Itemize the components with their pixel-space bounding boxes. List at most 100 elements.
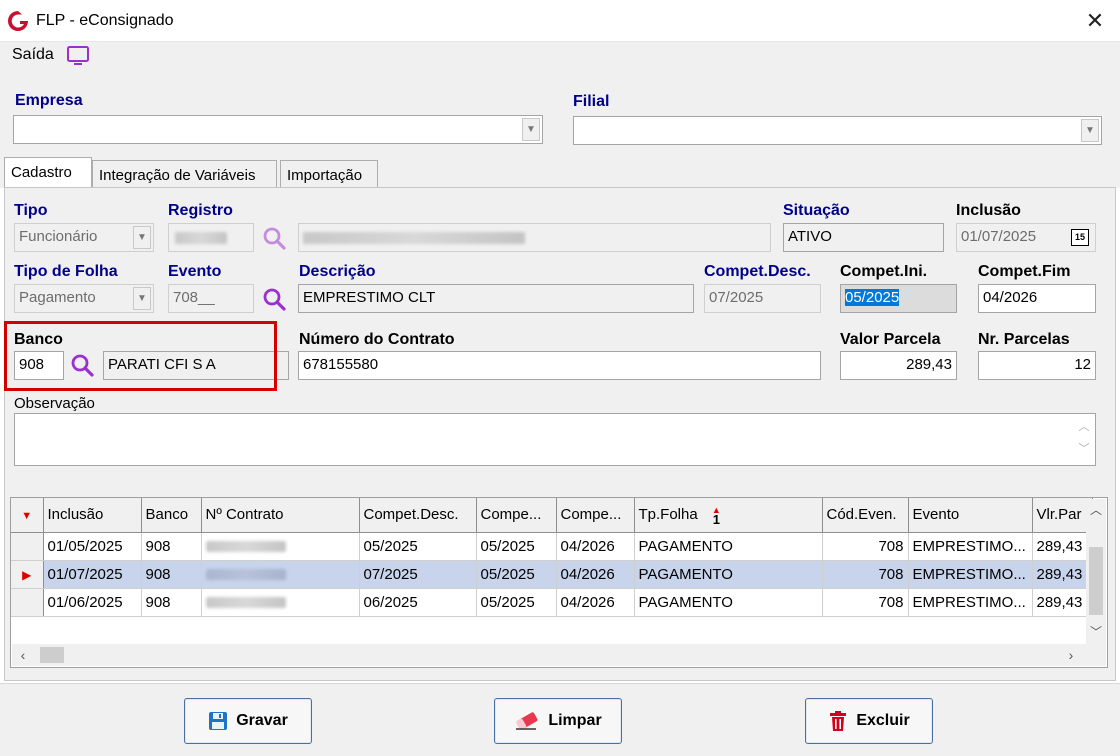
valor-parcela-label: Valor Parcela bbox=[840, 331, 941, 348]
inclusao-label: Inclusão bbox=[956, 202, 1021, 219]
search-evento-icon[interactable] bbox=[262, 287, 286, 311]
app-logo-icon bbox=[8, 11, 28, 31]
descricao-field[interactable]: EMPRESTIMO CLT bbox=[298, 284, 694, 313]
triangle-down-icon: ▼ bbox=[21, 510, 33, 523]
grid-header-indicator[interactable]: ▼ bbox=[11, 498, 44, 533]
observacao-textarea[interactable]: ︿ ﹀ bbox=[14, 413, 1096, 466]
cell-evento: EMPRESTIMO... bbox=[908, 560, 1033, 589]
gravar-button[interactable]: Gravar bbox=[184, 698, 312, 744]
filial-select[interactable]: ▼ bbox=[573, 116, 1102, 145]
cell-vlr-parcela: 289,43 bbox=[1032, 588, 1093, 617]
funcionario-blurred-name bbox=[303, 232, 525, 244]
trash-icon bbox=[830, 711, 847, 731]
col-compet-ini[interactable]: Compe... bbox=[476, 498, 557, 533]
cell-contrato bbox=[201, 560, 360, 589]
tipo-folha-value: Pagamento bbox=[19, 289, 96, 306]
inclusao-field[interactable]: 01/07/2025 15 bbox=[956, 223, 1096, 252]
cell-inclusao: 01/07/2025 bbox=[43, 560, 142, 589]
tipo-value: Funcionário bbox=[19, 228, 98, 245]
calendar-icon[interactable]: 15 bbox=[1071, 229, 1089, 246]
compet-desc-field: 07/2025 bbox=[704, 284, 821, 313]
eraser-icon bbox=[516, 712, 538, 730]
contracts-grid: ▼ Inclusão Banco Nº Contrato Compet.Desc… bbox=[10, 497, 1108, 668]
grid-horizontal-scrollbar[interactable]: ‹ › bbox=[12, 644, 1106, 666]
table-row[interactable]: 01/06/2025 908 06/2025 05/2025 04/2026 P… bbox=[11, 588, 1093, 617]
cell-compet-ini: 05/2025 bbox=[476, 588, 557, 617]
col-inclusao[interactable]: Inclusão bbox=[43, 498, 142, 533]
row-indicator[interactable] bbox=[11, 532, 44, 561]
row-indicator[interactable]: ▶ bbox=[11, 560, 44, 589]
excluir-button[interactable]: Excluir bbox=[805, 698, 933, 744]
grid-header-row: ▼ Inclusão Banco Nº Contrato Compet.Desc… bbox=[11, 498, 1093, 533]
compet-fim-label: Compet.Fim bbox=[978, 263, 1071, 280]
cell-contrato-blurred bbox=[205, 568, 286, 580]
tipo-select[interactable]: Funcionário ▼ bbox=[14, 223, 154, 252]
tab-importacao[interactable]: Importação bbox=[280, 160, 378, 188]
grid-vertical-scrollbar[interactable]: ︿ ﹀ bbox=[1086, 499, 1106, 645]
horizontal-scroll-thumb[interactable] bbox=[40, 647, 64, 663]
col-cod-evento[interactable]: Cód.Even. bbox=[822, 498, 909, 533]
tipo-label: Tipo bbox=[14, 202, 48, 219]
cell-banco: 908 bbox=[141, 532, 202, 561]
col-numero-contrato[interactable]: Nº Contrato bbox=[201, 498, 360, 533]
close-button[interactable]: ✕ bbox=[1080, 6, 1110, 36]
cell-compet-ini: 05/2025 bbox=[476, 532, 557, 561]
chevron-down-icon[interactable]: ▼ bbox=[1081, 119, 1099, 142]
col-compet-desc[interactable]: Compet.Desc. bbox=[359, 498, 477, 533]
empresa-select[interactable]: ▼ bbox=[13, 115, 543, 144]
scroll-right-icon[interactable]: › bbox=[1062, 646, 1080, 664]
col-compet-fim[interactable]: Compe... bbox=[556, 498, 635, 533]
cell-evento: EMPRESTIMO... bbox=[908, 588, 1033, 617]
scroll-left-icon[interactable]: ‹ bbox=[14, 646, 32, 664]
chevron-down-icon[interactable]: ▼ bbox=[133, 287, 151, 310]
cell-evento: EMPRESTIMO... bbox=[908, 532, 1033, 561]
contracts-table: ▼ Inclusão Banco Nº Contrato Compet.Desc… bbox=[11, 498, 1093, 617]
col-tp-folha-label: Tp.Folha bbox=[638, 505, 698, 523]
compet-fim-field[interactable]: 04/2026 bbox=[978, 284, 1096, 313]
col-evento[interactable]: Evento bbox=[908, 498, 1033, 533]
evento-field[interactable]: 708__ bbox=[168, 284, 254, 313]
col-vlr-parcela[interactable]: Vlr.Par bbox=[1032, 498, 1093, 533]
highlight-banco-box bbox=[4, 321, 277, 391]
cell-compet-fim: 04/2026 bbox=[556, 588, 635, 617]
observacao-scrollbar[interactable]: ︿ ﹀ bbox=[1075, 416, 1093, 463]
search-registro-icon[interactable] bbox=[262, 226, 286, 250]
compet-ini-value: 05/2025 bbox=[845, 289, 900, 306]
tab-integracao-variaveis[interactable]: Integração de Variáveis bbox=[92, 160, 277, 188]
valor-parcela-field[interactable]: 289,43 bbox=[840, 351, 957, 380]
chevron-down-icon[interactable]: ▼ bbox=[133, 226, 151, 249]
cell-inclusao: 01/05/2025 bbox=[43, 532, 142, 561]
current-row-arrow-icon: ▶ bbox=[22, 567, 32, 582]
monitor-icon[interactable] bbox=[66, 45, 90, 67]
excluir-label: Excluir bbox=[856, 712, 910, 729]
col-tp-folha[interactable]: Tp.Folha ▲ 1 bbox=[634, 498, 823, 533]
table-row-selected[interactable]: ▶ 01/07/2025 908 07/2025 05/2025 04/2026… bbox=[11, 560, 1093, 589]
menu-saida[interactable]: Saída bbox=[12, 46, 54, 64]
scroll-down-icon[interactable]: ﹀ bbox=[1086, 623, 1106, 641]
inclusao-value: 01/07/2025 bbox=[961, 228, 1037, 245]
nr-parcelas-label: Nr. Parcelas bbox=[978, 331, 1070, 348]
cell-cod-evento: 708 bbox=[822, 532, 909, 561]
tipo-folha-select[interactable]: Pagamento ▼ bbox=[14, 284, 154, 313]
col-banco[interactable]: Banco bbox=[141, 498, 202, 533]
numero-contrato-label: Número do Contrato bbox=[299, 331, 455, 348]
window-title: FLP - eConsignado bbox=[36, 12, 174, 29]
scroll-up-icon[interactable]: ︿ bbox=[1086, 501, 1106, 519]
cell-cod-evento: 708 bbox=[822, 588, 909, 617]
cell-inclusao: 01/06/2025 bbox=[43, 588, 142, 617]
nr-parcelas-field[interactable]: 12 bbox=[978, 351, 1096, 380]
evento-label: Evento bbox=[168, 263, 222, 280]
cell-cod-evento: 708 bbox=[822, 560, 909, 589]
limpar-button[interactable]: Limpar bbox=[494, 698, 622, 744]
vertical-scroll-thumb[interactable] bbox=[1089, 547, 1103, 615]
compet-ini-field[interactable]: 05/2025 bbox=[840, 284, 957, 313]
observacao-label: Observação bbox=[14, 395, 95, 412]
numero-contrato-field[interactable]: 678155580 bbox=[298, 351, 821, 380]
registro-field[interactable] bbox=[168, 223, 254, 252]
chevron-down-icon[interactable]: ▼ bbox=[522, 118, 540, 141]
table-row[interactable]: 01/05/2025 908 05/2025 05/2025 04/2026 P… bbox=[11, 532, 1093, 561]
tab-cadastro[interactable]: Cadastro bbox=[4, 157, 92, 187]
cell-contrato-blurred bbox=[205, 540, 286, 552]
row-indicator[interactable] bbox=[11, 588, 44, 617]
gravar-label: Gravar bbox=[236, 712, 288, 729]
